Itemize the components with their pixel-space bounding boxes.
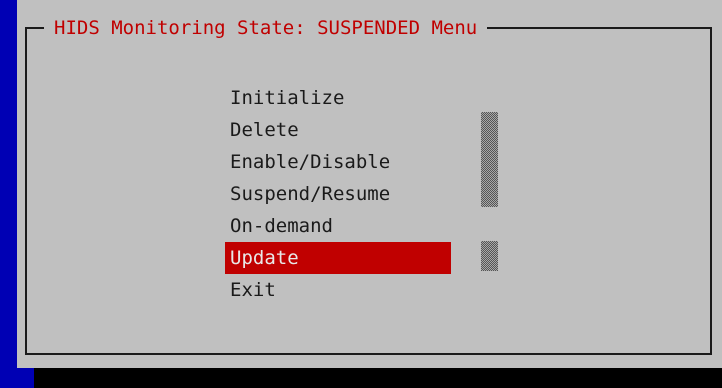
- scrollbar-track[interactable]: [481, 112, 498, 207]
- menu-item-exit[interactable]: Exit: [225, 274, 451, 306]
- dialog-shadow: [34, 368, 722, 388]
- menu-item-on-demand[interactable]: On-demand: [225, 210, 451, 242]
- menu-dialog: HIDS Monitoring State: SUSPENDED Menu In…: [17, 0, 722, 368]
- dialog-title-bar: HIDS Monitoring State: SUSPENDED Menu: [44, 10, 488, 46]
- menu-item-initialize[interactable]: Initialize: [225, 82, 451, 114]
- terminal-screen: HIDS Monitoring State: SUSPENDED Menu In…: [0, 0, 722, 388]
- scrollbar-thumb[interactable]: [481, 241, 498, 271]
- menu-item-delete[interactable]: Delete: [225, 114, 451, 146]
- dialog-title: HIDS Monitoring State: SUSPENDED Menu: [54, 17, 478, 39]
- menu-item-enable-disable[interactable]: Enable/Disable: [225, 146, 451, 178]
- menu-item-update[interactable]: Update: [225, 242, 451, 274]
- menu-list: Initialize Delete Enable/Disable Suspend…: [225, 82, 451, 306]
- menu-item-suspend-resume[interactable]: Suspend/Resume: [225, 178, 451, 210]
